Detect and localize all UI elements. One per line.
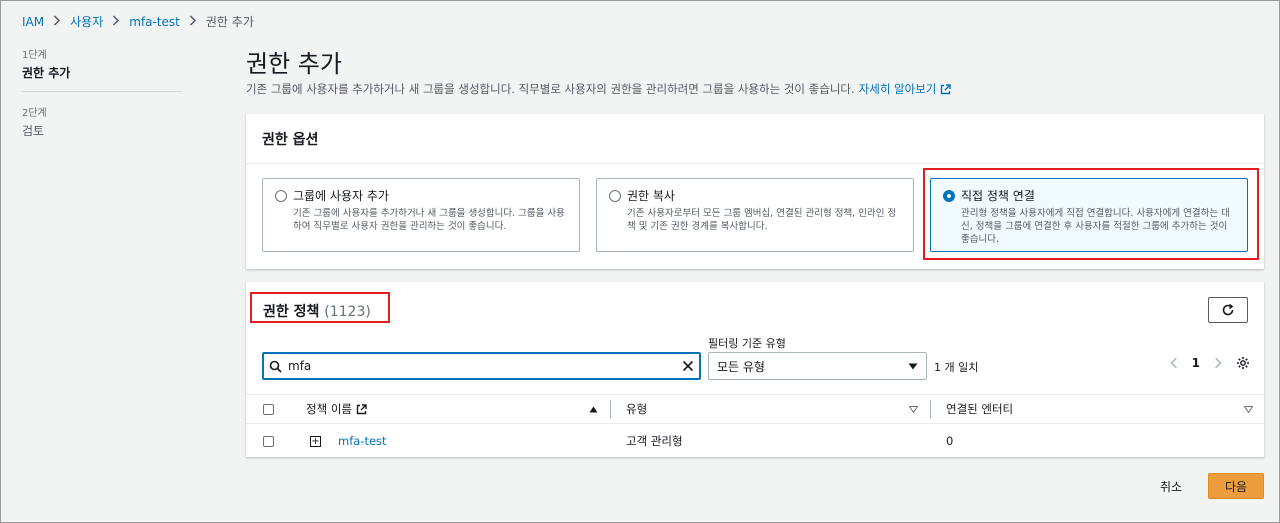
description-text: 기존 그룹에 사용자를 추가하거나 새 그룹을 생성합니다. 직무별로 사용자의… xyxy=(246,82,855,96)
highlight-box xyxy=(250,292,390,323)
refresh-icon xyxy=(1222,303,1234,316)
chevron-right-icon xyxy=(186,14,200,29)
column-entities[interactable]: 연결된 엔터티 xyxy=(946,401,1013,417)
sort-ascending-icon[interactable] xyxy=(589,406,598,413)
page-number[interactable]: 1 xyxy=(1192,356,1200,370)
chevron-left-icon[interactable] xyxy=(1170,357,1178,369)
table-row: + mfa-test 고객 관리형 0 xyxy=(246,425,1264,457)
next-button[interactable]: 다음 xyxy=(1208,473,1264,499)
breadcrumb-user[interactable]: mfa-test xyxy=(129,15,180,29)
option-title: 권한 복사 xyxy=(627,189,675,203)
option-description: 기존 사용자로부터 모든 그룹 멤버십, 연결된 관리형 정책, 인라인 정책 … xyxy=(627,208,897,232)
step-number: 2단계 xyxy=(22,108,47,119)
breadcrumb-current: 권한 추가 xyxy=(205,15,254,29)
option-add-to-group[interactable]: 그룹에 사용자 추가 기존 그룹에 사용자를 추가하거나 새 그룹을 생성합니다… xyxy=(262,178,580,252)
match-count: 1 개 일치 xyxy=(934,361,979,374)
option-description: 기존 그룹에 사용자를 추가하거나 새 그룹을 생성합니다. 그룹을 사용하여 … xyxy=(293,208,565,232)
breadcrumb-users[interactable]: 사용자 xyxy=(70,13,103,30)
policy-name-link[interactable]: mfa-test xyxy=(338,434,387,448)
search-input[interactable] xyxy=(288,359,676,373)
external-link-icon xyxy=(941,83,952,94)
search-icon xyxy=(269,360,282,373)
chevron-right-icon xyxy=(109,14,123,29)
column-label: 정책 이름 xyxy=(306,402,352,416)
step-divider xyxy=(22,91,182,92)
gear-icon[interactable] xyxy=(1236,356,1250,370)
sort-icon[interactable] xyxy=(1244,405,1253,413)
table-header: 정책 이름 유형 연결된 엔터티 xyxy=(246,394,1264,424)
cancel-button[interactable]: 취소 xyxy=(1160,478,1182,495)
type-filter-select[interactable]: 모든 유형 xyxy=(708,352,927,380)
breadcrumb-iam[interactable]: IAM xyxy=(22,15,44,29)
filter-type-label: 필터링 기준 유형 xyxy=(708,337,786,350)
pagination: 1 xyxy=(1170,356,1250,370)
policy-type: 고객 관리형 xyxy=(626,434,683,448)
expand-icon[interactable]: + xyxy=(310,435,321,447)
radio-button[interactable] xyxy=(275,190,287,202)
page-title: 권한 추가 xyxy=(246,50,342,78)
radio-button[interactable] xyxy=(609,190,621,202)
row-checkbox[interactable] xyxy=(263,435,274,447)
chevron-right-icon[interactable] xyxy=(1214,357,1222,369)
option-copy-permissions[interactable]: 권한 복사 기존 사용자로부터 모든 그룹 멤버십, 연결된 관리형 정책, 인… xyxy=(596,178,914,252)
column-divider xyxy=(610,400,611,418)
wizard-steps: 1단계 권한 추가 2단계 검토 xyxy=(22,46,182,139)
breadcrumb: IAM 사용자 mfa-test 권한 추가 xyxy=(22,13,254,30)
step-review: 검토 xyxy=(22,124,45,138)
select-all-checkbox[interactable] xyxy=(263,403,274,415)
attached-entities: 0 xyxy=(946,434,954,448)
highlight-box xyxy=(923,168,1259,260)
refresh-button[interactable] xyxy=(1208,297,1248,323)
clear-icon[interactable] xyxy=(682,360,694,372)
select-value: 모든 유형 xyxy=(717,359,765,374)
learn-more-label: 자세히 알아보기 xyxy=(858,82,937,96)
column-label: 유형 xyxy=(626,402,648,416)
chevron-right-icon xyxy=(50,14,64,29)
page-description: 기존 그룹에 사용자를 추가하거나 새 그룹을 생성합니다. 직무별로 사용자의… xyxy=(246,81,952,97)
sort-icon[interactable] xyxy=(909,405,918,413)
external-link-icon xyxy=(356,403,367,414)
column-type[interactable]: 유형 xyxy=(626,401,647,417)
option-title: 그룹에 사용자 추가 xyxy=(293,189,389,203)
step-number: 1단계 xyxy=(22,50,47,61)
caret-down-icon xyxy=(908,363,918,369)
permission-options-heading: 권한 옵션 xyxy=(246,114,1264,164)
policy-search xyxy=(262,352,701,380)
column-policy-name[interactable]: 정책 이름 xyxy=(306,401,367,417)
column-label: 연결된 엔터티 xyxy=(946,402,1014,416)
learn-more-link[interactable]: 자세히 알아보기 xyxy=(859,81,952,97)
permission-policies-panel: 권한 정책 (1123) 필터링 기준 유형 모든 유형 1 개 일치 1 정책… xyxy=(246,282,1264,457)
column-divider xyxy=(930,400,931,418)
step-add-permissions[interactable]: 권한 추가 xyxy=(22,64,182,81)
